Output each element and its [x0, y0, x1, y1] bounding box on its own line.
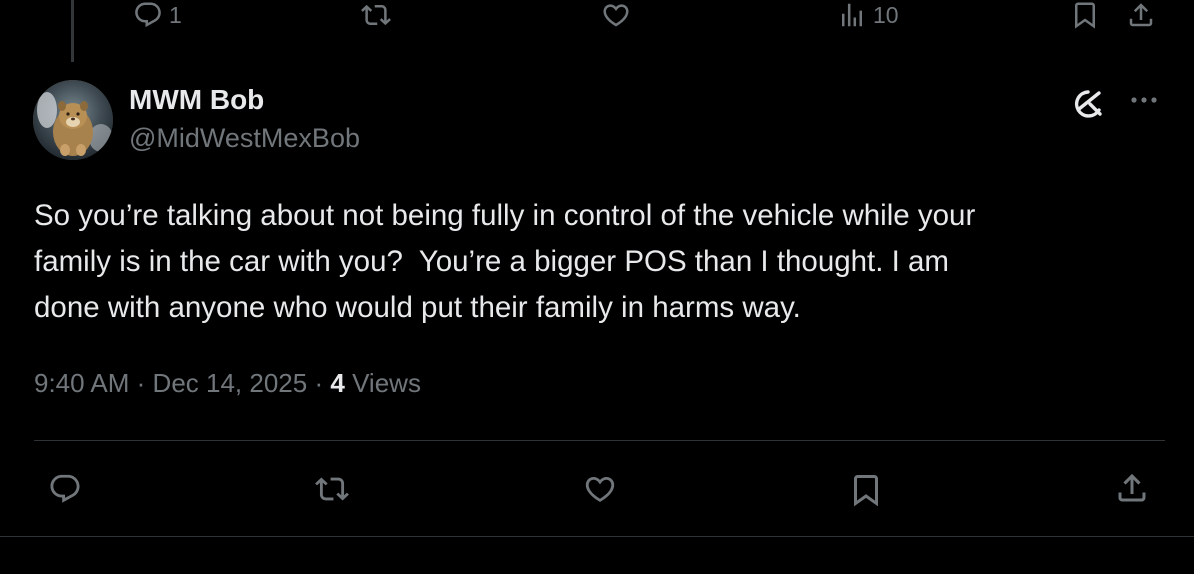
grok-icon	[1074, 90, 1102, 118]
repost-button[interactable]	[311, 472, 353, 506]
reply-icon	[50, 474, 80, 503]
previous-bookmark-button[interactable]	[1068, 0, 1102, 30]
more-options-button[interactable]	[1126, 86, 1162, 116]
meta-separator: ·	[314, 368, 324, 398]
tweet-metadata: 9:40 AM · Dec 14, 2025 · 4 Views	[34, 368, 421, 399]
repost-icon	[315, 477, 349, 501]
meta-separator: ·	[136, 368, 146, 398]
previous-reply-button[interactable]: 1	[131, 0, 182, 30]
previous-tweet-action-bar: 1 10	[0, 0, 1194, 36]
cougar-avatar-image	[33, 80, 113, 160]
bookmark-icon	[1075, 2, 1095, 29]
previous-like-button[interactable]	[598, 0, 634, 30]
reply-button[interactable]	[45, 472, 85, 506]
like-icon	[603, 4, 629, 27]
previous-views-button[interactable]: 10	[835, 0, 899, 30]
divider	[34, 440, 1165, 441]
previous-repost-button[interactable]	[358, 0, 394, 30]
tweet-text: So you’re talking about not being fully …	[34, 199, 976, 324]
tweet-date[interactable]: Dec 14, 2025	[153, 368, 308, 398]
share-icon	[1118, 473, 1146, 502]
repost-icon	[361, 4, 391, 26]
tweet-time[interactable]: 9:40 AM	[34, 368, 129, 398]
like-button[interactable]	[580, 472, 620, 506]
author-handle[interactable]: @MidWestMexBob	[129, 123, 360, 154]
reply-icon	[135, 2, 161, 28]
author-display-name[interactable]: MWM Bob	[129, 84, 264, 116]
grok-button[interactable]	[1068, 84, 1108, 124]
bookmark-button[interactable]	[846, 472, 886, 508]
divider	[0, 536, 1194, 537]
views-icon	[842, 3, 862, 27]
previous-reply-count: 1	[169, 1, 182, 28]
views-count: 4	[330, 368, 345, 398]
views-label: Views	[352, 368, 421, 398]
previous-views-count: 10	[873, 1, 899, 28]
bookmark-icon	[854, 475, 878, 507]
previous-share-button[interactable]	[1124, 0, 1158, 30]
avatar[interactable]	[33, 80, 113, 160]
more-icon	[1131, 97, 1157, 103]
share-icon	[1129, 3, 1153, 27]
like-icon	[585, 476, 615, 502]
share-button[interactable]	[1112, 470, 1152, 506]
